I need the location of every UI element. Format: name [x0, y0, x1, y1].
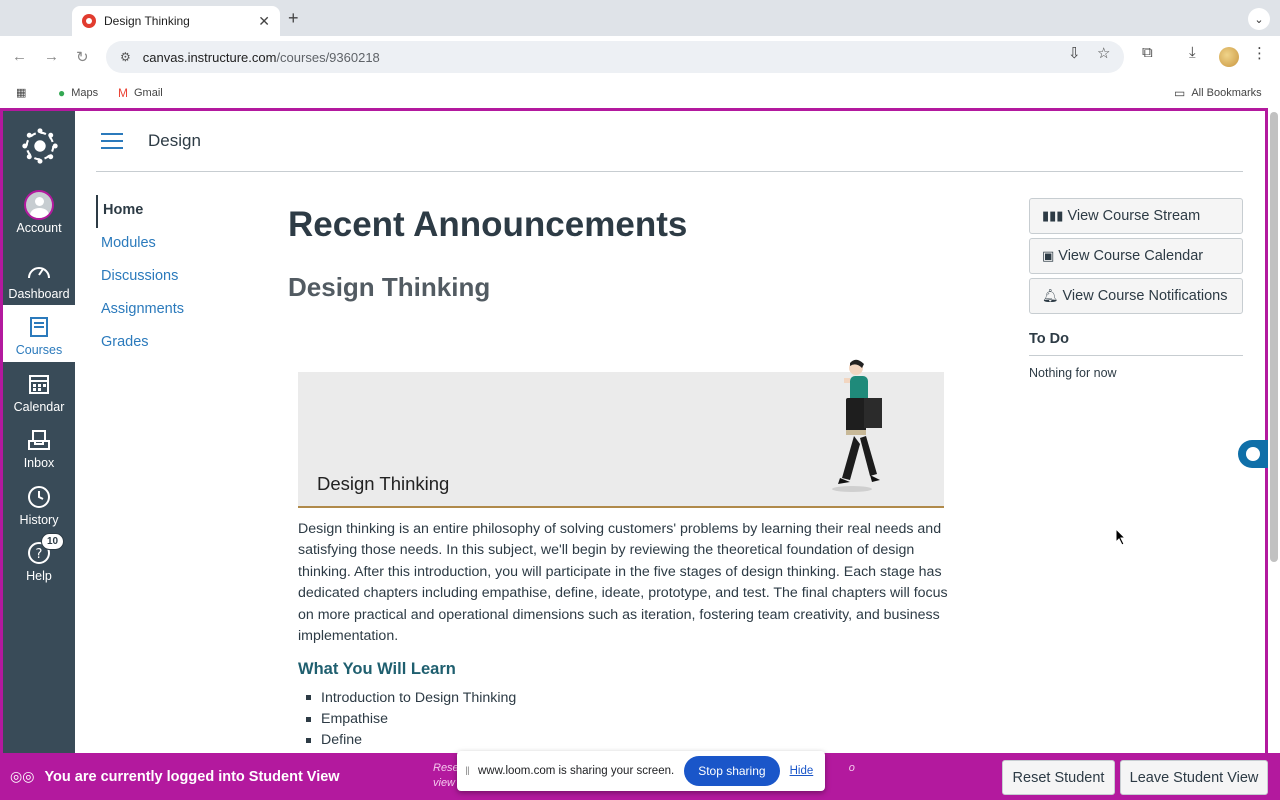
learn-list: Introduction to Design Thinking Empathis…	[306, 687, 516, 751]
global-nav-account[interactable]: Account	[3, 189, 75, 245]
reload-icon[interactable]: ↻	[76, 48, 89, 66]
bookmark-star-icon[interactable]: ☆	[1097, 44, 1110, 62]
header-divider	[96, 171, 1243, 172]
calendar-icon: ▣	[1042, 248, 1055, 263]
page-scrollbar[interactable]	[1270, 112, 1278, 562]
extensions-icon[interactable]: ⧉	[1142, 44, 1153, 61]
course-nav-assignments[interactable]: Assignments	[96, 294, 184, 327]
leave-student-view-button[interactable]: Leave Student View	[1120, 760, 1268, 795]
bookmarks-bar: ▦ ● Maps M Gmail ▭ All Bookmarks	[0, 78, 1280, 108]
history-icon	[27, 481, 51, 513]
course-menu-toggle-icon[interactable]	[101, 133, 123, 154]
loom-bubble-icon[interactable]	[1238, 440, 1268, 468]
dashboard-icon	[27, 255, 51, 287]
all-bookmarks[interactable]: ▭ All Bookmarks	[1174, 86, 1262, 100]
breadcrumb[interactable]: Design	[148, 131, 201, 151]
svg-text:?: ?	[36, 547, 43, 562]
calendar-icon	[28, 368, 50, 400]
global-nav-history[interactable]: History	[3, 481, 75, 537]
announcement-title[interactable]: Design Thinking	[288, 272, 490, 303]
student-view-message: You are currently logged into Student Vi…	[44, 768, 340, 785]
screen-share-message: www.loom.com is sharing your screen.	[477, 765, 675, 777]
hide-share-bar-link[interactable]: Hide	[790, 765, 814, 777]
glasses-icon: ◎◎	[10, 768, 35, 784]
screen-share-notification: ‖ www.loom.com is sharing your screen. S…	[457, 751, 825, 791]
list-item: Empathise	[306, 708, 516, 729]
gmail-icon: M	[118, 86, 128, 100]
browser-tab[interactable]: Design Thinking ✕	[72, 6, 280, 36]
new-tab-button[interactable]: +	[288, 8, 299, 29]
global-nav-courses[interactable]: Courses	[3, 305, 75, 362]
banner-title: Design Thinking	[317, 473, 450, 494]
bookmark-maps[interactable]: ● Maps	[58, 86, 98, 100]
drag-handle-icon[interactable]: ‖	[465, 764, 470, 778]
maps-icon: ●	[58, 86, 66, 100]
account-avatar	[24, 190, 54, 220]
address-bar[interactable]: ⚙ canvas.instructure.com/courses/9360218	[106, 41, 1124, 73]
view-course-notifications-button[interactable]: 🔔︎ View Course Notifications	[1029, 278, 1243, 314]
course-nav-home[interactable]: Home	[96, 195, 184, 228]
tab-search-chevron-icon[interactable]: ⌄	[1248, 8, 1270, 30]
list-item: Introduction to Design Thinking	[306, 687, 516, 708]
stream-icon: ▮▮▮	[1042, 208, 1064, 223]
reset-student-button[interactable]: Reset Student	[1002, 760, 1115, 795]
todo-empty-text: Nothing for now	[1029, 366, 1117, 380]
course-nav-modules[interactable]: Modules	[96, 228, 184, 261]
course-description: Design thinking is an entire philosophy …	[298, 521, 948, 645]
view-course-stream-button[interactable]: ▮▮▮ View Course Stream	[1029, 198, 1243, 234]
bookmark-gmail[interactable]: M Gmail	[118, 86, 163, 100]
mouse-cursor-icon	[1115, 528, 1127, 546]
global-nav-dashboard[interactable]: Dashboard	[3, 255, 75, 311]
inbox-icon	[27, 424, 51, 456]
todo-divider	[1029, 355, 1243, 356]
list-item: Define	[306, 730, 516, 751]
downloads-icon[interactable]: ⤓	[1189, 44, 1196, 61]
course-banner-image: Design Thinking	[298, 359, 944, 508]
courses-icon	[29, 311, 49, 343]
global-nav-calendar[interactable]: Calendar	[3, 368, 75, 424]
browser-tab-strip: Design Thinking ✕ + ⌄	[0, 0, 1280, 36]
course-nav-grades[interactable]: Grades	[96, 327, 184, 360]
tab-title: Design Thinking	[104, 14, 190, 28]
site-info-icon[interactable]: ⚙	[120, 50, 131, 64]
stop-sharing-button[interactable]: Stop sharing	[684, 756, 780, 786]
help-badge: 10	[41, 533, 65, 550]
bell-icon: 🔔︎	[1042, 288, 1059, 303]
page-title: Recent Announcements	[288, 205, 688, 244]
profile-avatar[interactable]	[1219, 47, 1239, 67]
url-path: /courses/9360218	[276, 49, 380, 65]
course-navigation: Home Modules Discussions Assignments Gra…	[96, 195, 184, 360]
walking-person-illustration-icon	[832, 359, 882, 492]
view-course-calendar-button[interactable]: ▣ View Course Calendar	[1029, 238, 1243, 274]
install-app-icon[interactable]: ⇩	[1068, 44, 1081, 62]
browser-menu-icon[interactable]: ⋮	[1252, 44, 1267, 62]
help-icon: ? 10	[27, 533, 65, 569]
apps-grid-icon[interactable]: ▦	[16, 86, 26, 99]
back-icon[interactable]: ←	[12, 48, 27, 65]
tab-close-icon[interactable]: ✕	[258, 13, 270, 30]
forward-icon[interactable]: →	[44, 48, 59, 65]
todo-heading: To Do	[1029, 331, 1069, 347]
browser-toolbar: ← → ↻ ⚙ canvas.instructure.com/courses/9…	[0, 36, 1280, 78]
learn-heading: What You Will Learn	[298, 660, 456, 678]
global-nav-inbox[interactable]: Inbox	[3, 424, 75, 480]
url-host: canvas.instructure.com	[142, 49, 277, 65]
canvas-logo-icon[interactable]	[21, 127, 59, 165]
canvas-favicon-icon	[82, 14, 96, 28]
folder-icon: ▭	[1174, 86, 1186, 100]
global-nav-help[interactable]: ? 10 Help	[3, 533, 75, 593]
global-navigation: Account Dashboard Courses Calendar Inbox…	[3, 111, 75, 753]
course-nav-discussions[interactable]: Discussions	[96, 261, 184, 294]
